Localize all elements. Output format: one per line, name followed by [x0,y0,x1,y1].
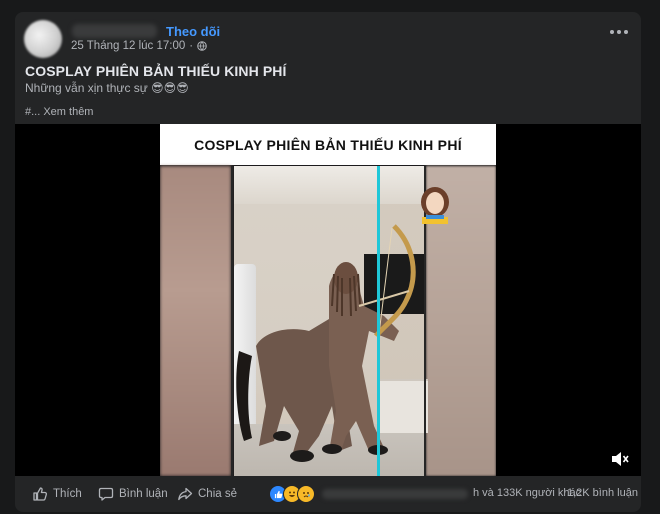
reaction-summary[interactable] [269,485,315,503]
comment-count[interactable]: 1,2K bình luận [567,487,638,499]
globe-icon [197,41,207,51]
sad-reaction-icon [297,485,315,503]
more-dot-icon [610,30,614,34]
character-sticker [421,187,449,224]
share-label: Chia sẻ [198,488,237,500]
share-button[interactable]: Chia sẻ [177,486,237,502]
author-avatar[interactable] [24,20,62,58]
post-actions-bar: Thích Bình luận Chia sẻ h và 133K người … [15,476,641,512]
comment-label: Bình luận [119,488,168,500]
author-name-blurred[interactable] [72,24,157,38]
like-label: Thích [53,488,82,500]
comment-icon [98,487,114,501]
split-line [377,166,380,476]
see-more-link[interactable]: #... Xem thêm [25,106,93,118]
post-card: Theo dõi 25 Tháng 12 lúc 17:00 · COSPLAY… [15,12,641,512]
thumbs-up-icon [33,487,48,501]
video-panel-left [160,166,231,476]
post-title: COSPLAY PHIÊN BẢN THIẾU KINH PHÍ [25,63,287,79]
video-player[interactable]: COSPLAY PHIÊN BẢN THIẾU KINH PHÍ [15,124,641,476]
share-icon [178,487,193,501]
like-button[interactable]: Thích [32,486,82,502]
more-dot-icon [624,30,628,34]
caption-text: Những vẫn xịn thực sự [25,81,148,95]
comment-button[interactable]: Bình luận [98,486,168,502]
separator-dot: · [189,40,194,52]
post-meta: 25 Tháng 12 lúc 17:00 · [71,40,207,52]
post-timestamp[interactable]: 25 Tháng 12 lúc 17:00 [71,40,185,52]
follow-button[interactable]: Theo dõi [166,24,220,39]
more-options-button[interactable] [607,22,631,42]
video-frame: COSPLAY PHIÊN BẢN THIẾU KINH PHÍ [160,124,496,476]
reactor-names-blurred [322,489,468,499]
post-caption: Những vẫn xịn thực sự 😎😎😎 [25,81,189,95]
video-overlay-title: COSPLAY PHIÊN BẢN THIẾU KINH PHÍ [160,124,496,165]
panel-divider [231,166,233,476]
volume-mute-icon[interactable] [611,451,629,467]
more-dot-icon [617,30,621,34]
cosplay-figure [236,224,416,462]
caption-emojis: 😎😎😎 [151,81,189,95]
